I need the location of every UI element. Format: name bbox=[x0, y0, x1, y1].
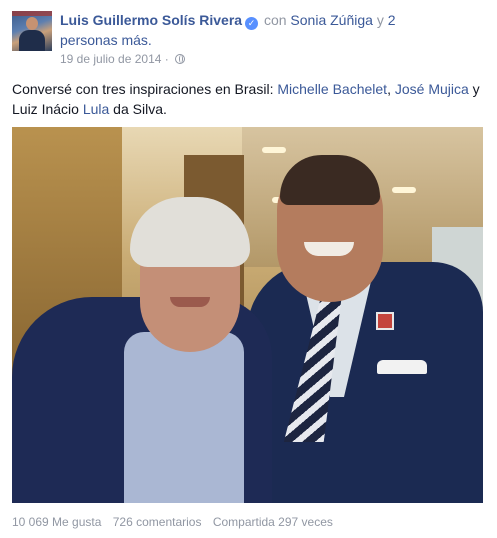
meta-separator: · bbox=[164, 52, 169, 66]
tagged-conj: y bbox=[376, 12, 384, 28]
tagged-others-text[interactable]: personas más. bbox=[60, 32, 152, 48]
verified-badge-icon: ✓ bbox=[245, 17, 259, 30]
mention-mujica[interactable]: José Mujica bbox=[395, 81, 469, 97]
post-text-sep1: , bbox=[387, 81, 395, 97]
mention-lula[interactable]: Lula bbox=[83, 101, 109, 117]
comments-count[interactable]: 726 comentarios bbox=[113, 515, 202, 529]
post-date[interactable]: 19 de julio de 2014 bbox=[60, 52, 161, 66]
post-header: Luis Guillermo Solís Rivera ✓ con Sonia Z… bbox=[60, 10, 480, 50]
likes-count[interactable]: 10 069 Me gusta bbox=[12, 515, 101, 529]
post-photo[interactable] bbox=[12, 127, 483, 503]
post-text-end: da Silva. bbox=[109, 101, 167, 117]
globe-icon[interactable] bbox=[175, 54, 186, 64]
post-text-intro: Conversé con tres inspiraciones en Brasi… bbox=[12, 81, 278, 97]
tagged-others-count[interactable]: 2 bbox=[388, 12, 396, 28]
author-name[interactable]: Luis Guillermo Solís Rivera bbox=[60, 12, 242, 28]
author-avatar[interactable] bbox=[12, 11, 52, 51]
tagged-person-link[interactable]: Sonia Zúñiga bbox=[290, 12, 373, 28]
mention-bachelet[interactable]: Michelle Bachelet bbox=[277, 81, 387, 97]
post-stats: 10 069 Me gusta 726 comentarios Comparti… bbox=[12, 515, 341, 529]
post-text: Conversé con tres inspiraciones en Brasi… bbox=[12, 79, 484, 119]
shares-count[interactable]: Compartida 297 veces bbox=[213, 515, 333, 529]
post-meta: 19 de julio de 2014 · bbox=[60, 52, 186, 66]
with-text: con bbox=[263, 12, 287, 28]
